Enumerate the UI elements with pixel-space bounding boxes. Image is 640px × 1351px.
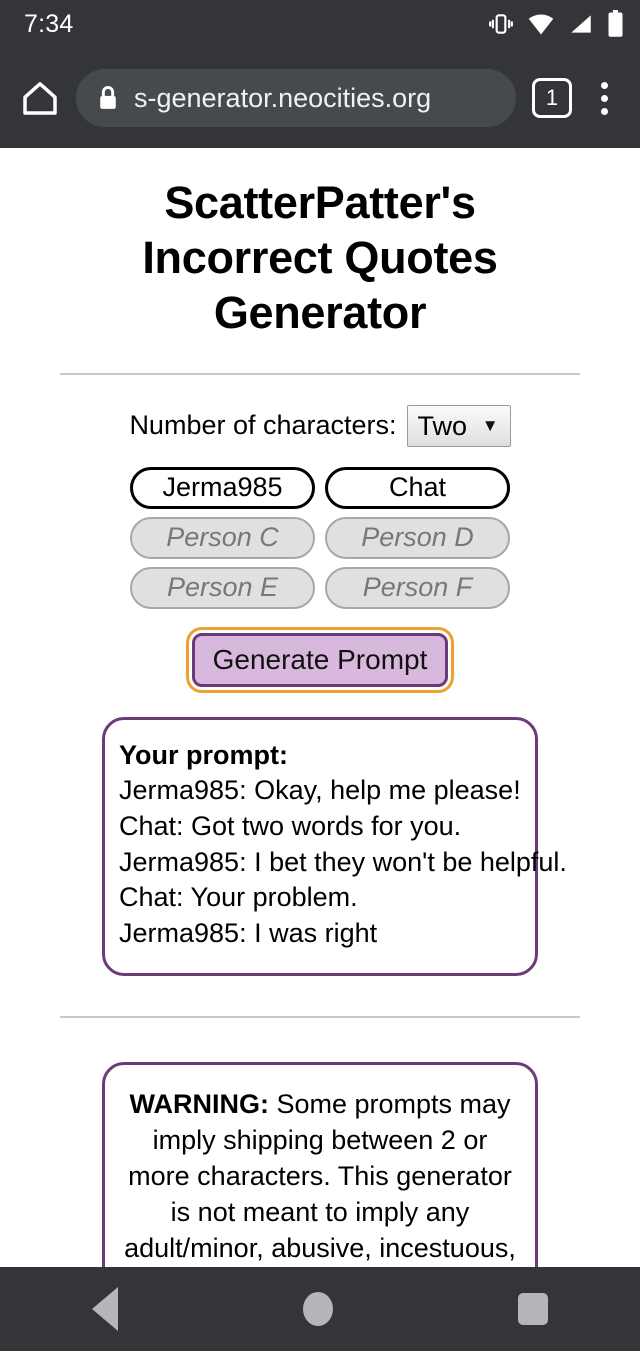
status-bar: 7:34 [0,0,640,48]
character-fields-grid [130,466,510,609]
cellular-signal-icon [571,15,591,33]
browser-toolbar: s-generator.neocities.org 1 [0,48,640,148]
lock-icon [100,86,116,109]
character-input-b[interactable] [325,466,510,509]
character-input-e [130,566,315,609]
character-input-c [130,516,315,559]
recents-button-icon[interactable] [517,1293,548,1325]
wifi-icon [528,14,554,35]
generate-prompt-button[interactable]: Generate Prompt [185,626,455,693]
page-title: ScatterPatter's Incorrect Quotes Generat… [142,177,498,338]
phone-screen: 7:34 s-generator.neocities.org 1 Scatter… [0,0,640,1351]
warning-label: WARNING: [129,1089,269,1120]
prompt-output-box: Your prompt: Jerma985: Okay, help me ple… [102,716,567,977]
web-page-content: ScatterPatter's Incorrect Quotes Generat… [0,148,640,1267]
character-input-a[interactable] [130,466,315,509]
prompt-line: Jerma985: I was right [119,917,378,948]
android-nav-bar [0,1267,640,1351]
address-bar[interactable]: s-generator.neocities.org [76,69,516,127]
character-count-select-wrap: Two [406,404,511,447]
character-count-select[interactable]: Two [406,404,511,447]
tab-counter-button[interactable]: 1 [532,78,572,118]
vibrate-icon [489,14,513,34]
prompt-line: Chat: Got two words for you. [119,810,462,841]
character-count-row: Number of characters: Two [0,404,640,447]
status-bar-icons [488,10,624,38]
back-button-icon[interactable] [92,1287,119,1331]
url-text: s-generator.neocities.org [134,82,432,113]
status-bar-clock: 7:34 [24,9,74,38]
prompt-line: Jerma985: I bet they won't be helpful. [119,846,567,877]
generate-button-row: Generate Prompt [0,626,640,693]
home-button-icon[interactable] [302,1292,333,1326]
character-count-label: Number of characters: [129,410,397,441]
prompt-heading: Your prompt: [119,739,288,770]
character-input-d [325,516,510,559]
character-input-f [325,566,510,609]
battery-icon [608,10,623,37]
home-icon[interactable] [14,72,66,124]
prompt-line: Chat: Your problem. [119,882,358,913]
warning-box: WARNING: Some prompts may imply shipping… [102,1062,538,1267]
divider-top [60,372,580,375]
prompt-line: Jerma985: Okay, help me please! [119,775,521,806]
divider-bottom [60,1016,580,1019]
overflow-menu-icon[interactable] [582,74,626,122]
